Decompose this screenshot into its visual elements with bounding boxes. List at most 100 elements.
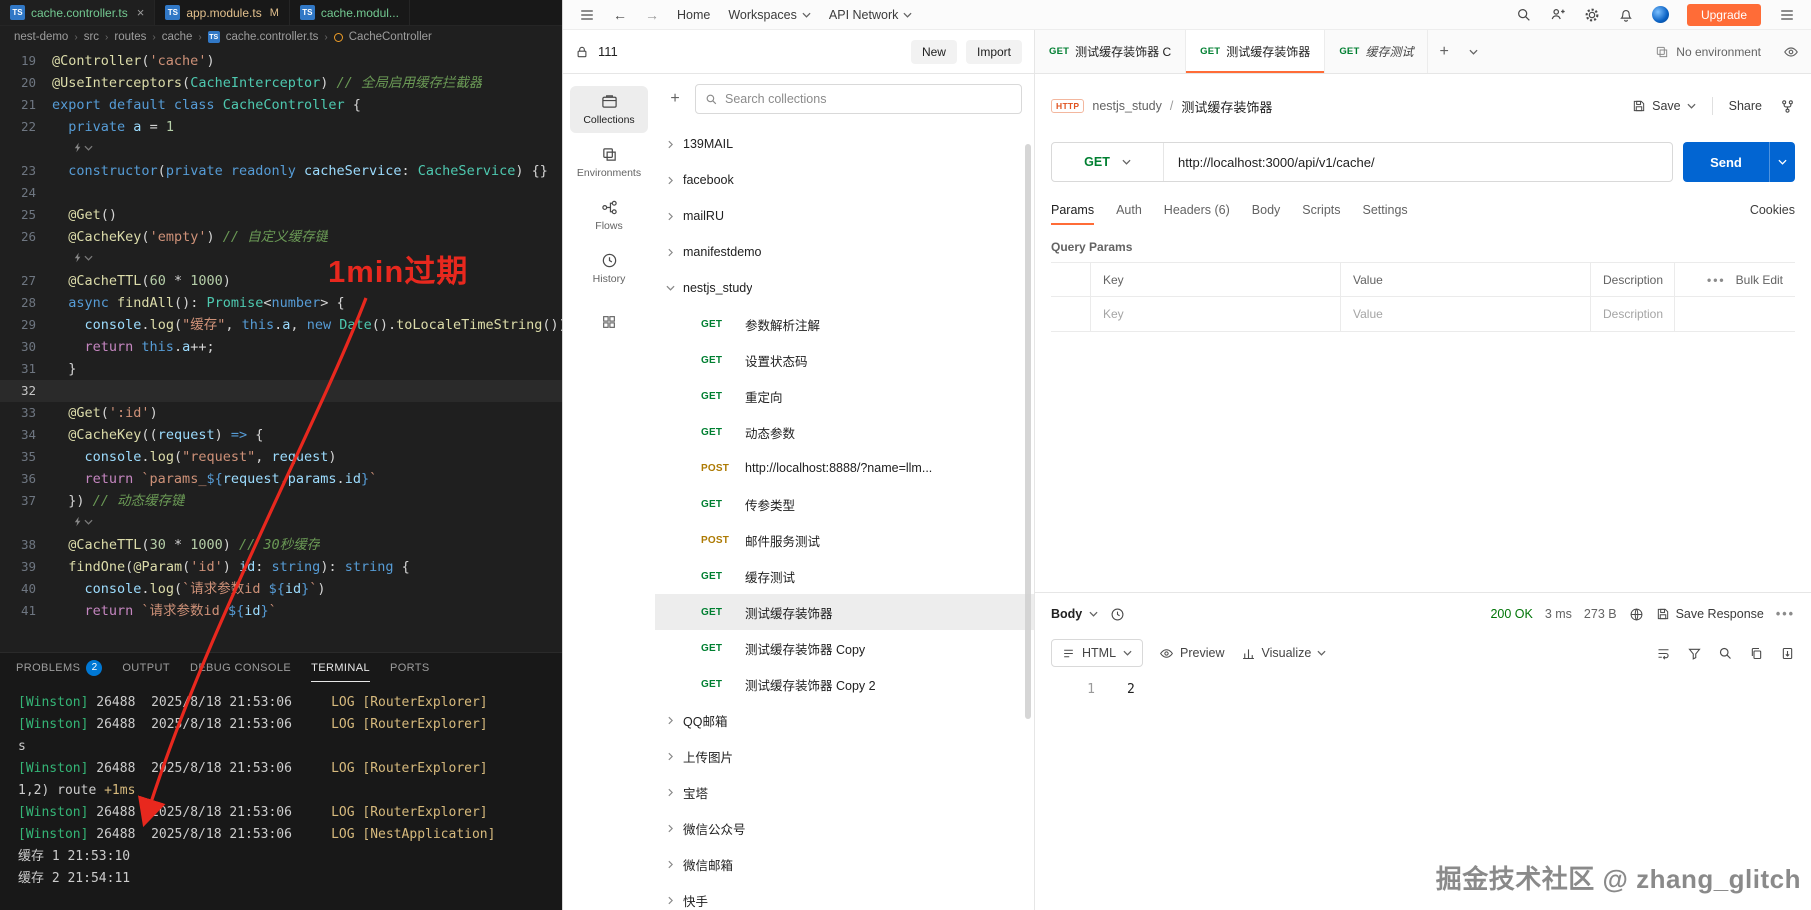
- workspace-name[interactable]: 111: [598, 44, 618, 59]
- code-line[interactable]: 27 @CacheTTL(60 * 1000): [0, 270, 562, 292]
- fork-icon[interactable]: [1780, 99, 1795, 114]
- code-line[interactable]: 19 @Controller('cache'): [0, 50, 562, 72]
- invite-user-icon[interactable]: [1550, 7, 1566, 23]
- notifications-bell-icon[interactable]: [1618, 7, 1634, 23]
- collection-folder[interactable]: QQ邮箱: [655, 702, 1034, 738]
- url-input[interactable]: [1166, 154, 1670, 170]
- code-line[interactable]: 26 @CacheKey('empty') // 自定义缓存键: [0, 226, 562, 248]
- request-item[interactable]: POST 邮件服务测试: [655, 522, 1034, 558]
- code-line[interactable]: 37 }) // 动态缓存键: [0, 490, 562, 512]
- new-tab-button[interactable]: +: [1428, 30, 1459, 73]
- terminal-output[interactable]: [Winston] 26488 2025/8/18 21:53:06 LOG […: [0, 682, 562, 910]
- search-icon[interactable]: [1516, 7, 1532, 23]
- request-tab[interactable]: GET 测试缓存装饰器: [1186, 30, 1326, 73]
- rail-item-history[interactable]: History: [570, 245, 648, 292]
- globe-icon[interactable]: [1629, 607, 1644, 622]
- sparkle-fold-icon[interactable]: [74, 252, 93, 263]
- description-input-cell[interactable]: Description: [1591, 297, 1675, 331]
- back-icon[interactable]: ←: [613, 7, 627, 23]
- code-line[interactable]: 23 constructor(private readonly cacheSer…: [0, 160, 562, 182]
- collection-folder[interactable]: mailRU: [655, 198, 1034, 234]
- panel-tab-ports[interactable]: PORTS: [390, 653, 430, 682]
- req-section-tab[interactable]: Params: [1051, 190, 1095, 230]
- request-item[interactable]: GET 传参类型: [655, 486, 1034, 522]
- response-time[interactable]: 3 ms: [1545, 607, 1572, 621]
- request-item[interactable]: GET 测试缓存装饰器 Copy: [655, 630, 1034, 666]
- request-item[interactable]: GET 缓存测试: [655, 558, 1034, 594]
- collection-folder[interactable]: 微信公众号: [655, 810, 1034, 846]
- nav-api-network[interactable]: API Network: [829, 8, 912, 22]
- search-box[interactable]: [695, 84, 1022, 114]
- response-body-dropdown[interactable]: Body: [1051, 607, 1098, 621]
- nav-workspaces[interactable]: Workspaces: [728, 8, 811, 22]
- environment-quick-look-icon[interactable]: [1771, 30, 1811, 73]
- code-line[interactable]: 36 return `params_${request.params.id}`: [0, 468, 562, 490]
- collection-folder[interactable]: facebook: [655, 162, 1034, 198]
- cookies-link[interactable]: Cookies: [1750, 203, 1795, 217]
- new-button[interactable]: New: [910, 39, 957, 64]
- forward-icon[interactable]: →: [645, 7, 659, 23]
- collection-folder[interactable]: 快手: [655, 882, 1034, 910]
- code-line[interactable]: 29 console.log("缓存", this.a, new Date().…: [0, 314, 562, 336]
- configure-sidebar-grid-icon[interactable]: [601, 314, 617, 330]
- more-options-icon[interactable]: •••: [1707, 273, 1726, 287]
- code-line[interactable]: 34 @CacheKey((request) => {: [0, 424, 562, 446]
- req-section-tab[interactable]: Body: [1252, 190, 1281, 230]
- request-item[interactable]: GET 设置状态码: [655, 342, 1034, 378]
- request-tab[interactable]: GET 测试缓存装饰器 C: [1035, 30, 1187, 73]
- wrap-text-icon[interactable]: [1656, 646, 1671, 661]
- method-dropdown[interactable]: GET: [1052, 143, 1164, 181]
- collection-folder[interactable]: 宝塔: [655, 774, 1034, 810]
- close-icon[interactable]: ×: [137, 5, 145, 20]
- req-section-tab[interactable]: Scripts: [1302, 190, 1340, 230]
- panel-tab-output[interactable]: OUTPUT: [122, 653, 170, 682]
- environment-selector[interactable]: No environment: [1645, 30, 1771, 73]
- req-section-tab[interactable]: Auth: [1116, 190, 1142, 230]
- search-response-icon[interactable]: [1718, 646, 1733, 661]
- nav-home[interactable]: Home: [677, 8, 710, 22]
- req-section-tab[interactable]: Headers (6): [1164, 190, 1230, 230]
- code-line[interactable]: 39 findOne(@Param('id') id: string): str…: [0, 556, 562, 578]
- code-line[interactable]: 33 @Get(':id'): [0, 402, 562, 424]
- save-response-button[interactable]: Save Response: [1656, 607, 1764, 621]
- save-options-chevron[interactable]: [1687, 103, 1696, 109]
- response-size[interactable]: 273 B: [1584, 607, 1617, 621]
- editor-tab[interactable]: TS cache.modul...: [289, 0, 410, 25]
- code-line[interactable]: [0, 512, 562, 534]
- request-item[interactable]: GET 测试缓存装饰器: [655, 594, 1034, 630]
- preview-button[interactable]: Preview: [1159, 646, 1225, 661]
- request-item[interactable]: GET 参数解析注解: [655, 306, 1034, 342]
- sparkle-fold-icon[interactable]: [74, 142, 93, 153]
- copy-icon[interactable]: [1749, 646, 1764, 661]
- settings-gear-icon[interactable]: [1584, 7, 1600, 23]
- bulk-edit-link[interactable]: Bulk Edit: [1736, 273, 1783, 287]
- send-button[interactable]: Send: [1683, 142, 1795, 182]
- panel-tab-problems[interactable]: PROBLEMS 2: [16, 653, 103, 682]
- rail-item-collections[interactable]: Collections: [570, 86, 648, 133]
- request-collection-crumb[interactable]: nestjs_study: [1092, 99, 1161, 113]
- status-badge[interactable]: 200 OK: [1490, 607, 1532, 621]
- upgrade-button[interactable]: Upgrade: [1686, 3, 1761, 26]
- rail-item-environments[interactable]: Environments: [570, 139, 648, 186]
- req-section-tab[interactable]: Settings: [1363, 190, 1408, 230]
- code-line[interactable]: 40 console.log(`请求参数id ${id}`): [0, 578, 562, 600]
- tab-list-chevron[interactable]: [1460, 30, 1487, 73]
- code-line[interactable]: 38 @CacheTTL(30 * 1000) // 30秒缓存: [0, 534, 562, 556]
- breadcrumb-item[interactable]: cache: [162, 31, 193, 43]
- request-item[interactable]: GET 重定向: [655, 378, 1034, 414]
- code-line[interactable]: 21 export default class CacheController {: [0, 94, 562, 116]
- url-field[interactable]: [1164, 143, 1672, 181]
- breadcrumb-item[interactable]: routes: [114, 31, 146, 43]
- scroll-to-icon[interactable]: [1780, 646, 1795, 661]
- panel-tab-terminal[interactable]: TERMINAL: [311, 653, 370, 682]
- sparkle-fold-icon[interactable]: [74, 516, 93, 527]
- visualize-button[interactable]: Visualize: [1241, 646, 1327, 661]
- code-line[interactable]: 25 @Get(): [0, 204, 562, 226]
- search-collections-input[interactable]: [725, 92, 1012, 106]
- code-line[interactable]: 30 return this.a++;: [0, 336, 562, 358]
- rail-item-flows[interactable]: Flows: [570, 192, 648, 239]
- response-more-options-icon[interactable]: •••: [1776, 607, 1795, 621]
- breadcrumb-item[interactable]: CacheController: [349, 31, 432, 43]
- format-dropdown[interactable]: HTML: [1052, 640, 1142, 666]
- code-line[interactable]: 28 async findAll(): Promise<number> {: [0, 292, 562, 314]
